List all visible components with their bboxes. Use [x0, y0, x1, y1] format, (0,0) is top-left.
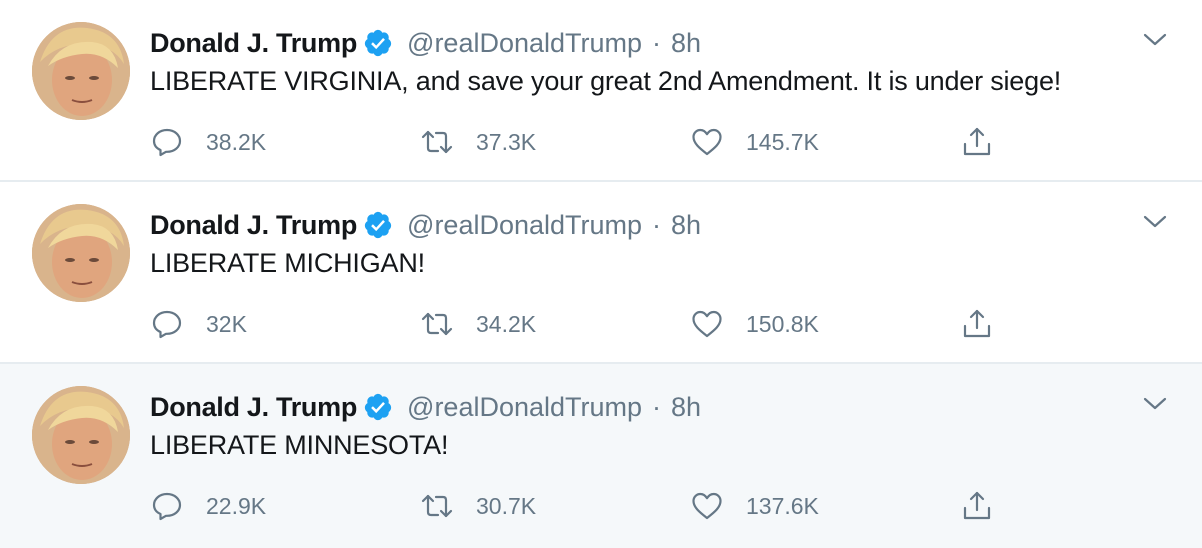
tweet[interactable]: Donald J. Trump @realDonaldTrump · 8h LI… — [0, 0, 1202, 180]
reply-button[interactable]: 38.2K — [150, 122, 266, 162]
tweet-header: Donald J. Trump @realDonaldTrump · 8h — [150, 26, 701, 60]
retweet-icon — [420, 307, 454, 341]
avatar-portrait — [32, 22, 130, 120]
verified-badge-icon — [363, 28, 393, 58]
reply-icon — [150, 307, 184, 341]
reply-count: 22.9K — [206, 492, 267, 519]
avatar[interactable] — [32, 204, 130, 302]
retweet-button[interactable]: 34.2K — [420, 304, 536, 344]
chevron-down-icon[interactable] — [1142, 212, 1168, 232]
verified-badge-icon — [363, 392, 393, 422]
avatar[interactable] — [32, 386, 130, 484]
retweet-icon — [420, 125, 454, 159]
share-button[interactable] — [960, 122, 994, 162]
reply-icon — [150, 489, 184, 523]
heart-icon — [690, 307, 724, 341]
reply-count: 32K — [206, 310, 247, 337]
author-name[interactable]: Donald J. Trump — [150, 392, 357, 423]
chevron-down-icon[interactable] — [1142, 30, 1168, 50]
share-icon — [960, 307, 994, 341]
tweet-header: Donald J. Trump @realDonaldTrump · 8h — [150, 208, 701, 242]
avatar-portrait — [32, 386, 130, 484]
retweet-count: 30.7K — [476, 492, 537, 519]
timestamp[interactable]: 8h — [671, 210, 701, 241]
tweet-actions: 32K 34.2K 150.8K — [150, 304, 1010, 344]
like-button[interactable]: 145.7K — [690, 122, 819, 162]
tweet-text: LIBERATE MICHIGAN! — [150, 248, 425, 278]
tweet-actions: 22.9K 30.7K 137.6K — [150, 486, 1010, 526]
timestamp[interactable]: 8h — [671, 392, 701, 423]
share-button[interactable] — [960, 486, 994, 526]
reply-icon — [150, 125, 184, 159]
retweet-icon — [420, 489, 454, 523]
timestamp[interactable]: 8h — [671, 28, 701, 59]
like-count: 137.6K — [746, 492, 819, 519]
tweet-header: Donald J. Trump @realDonaldTrump · 8h — [150, 390, 701, 424]
heart-icon — [690, 489, 724, 523]
reply-button[interactable]: 22.9K — [150, 486, 266, 526]
share-icon — [960, 489, 994, 523]
retweet-count: 34.2K — [476, 310, 537, 337]
author-handle[interactable]: @realDonaldTrump — [407, 28, 642, 59]
avatar-portrait — [32, 204, 130, 302]
like-count: 145.7K — [746, 128, 819, 155]
author-handle[interactable]: @realDonaldTrump — [407, 392, 642, 423]
share-button[interactable] — [960, 304, 994, 344]
like-button[interactable]: 137.6K — [690, 486, 819, 526]
separator-dot: · — [652, 391, 662, 422]
tweet-text: LIBERATE VIRGINIA, and save your great 2… — [150, 66, 1062, 96]
like-button[interactable]: 150.8K — [690, 304, 819, 344]
tweet-feed: Donald J. Trump @realDonaldTrump · 8h LI… — [0, 0, 1202, 548]
heart-icon — [690, 125, 724, 159]
separator-dot: · — [652, 209, 662, 240]
share-icon — [960, 125, 994, 159]
avatar[interactable] — [32, 22, 130, 120]
tweet-actions: 38.2K 37.3K 145.7K — [150, 122, 1010, 162]
separator-dot: · — [652, 27, 662, 58]
retweet-button[interactable]: 30.7K — [420, 486, 536, 526]
tweet[interactable]: Donald J. Trump @realDonaldTrump · 8h LI… — [0, 364, 1202, 548]
retweet-count: 37.3K — [476, 128, 537, 155]
like-count: 150.8K — [746, 310, 819, 337]
retweet-button[interactable]: 37.3K — [420, 122, 536, 162]
verified-badge-icon — [363, 210, 393, 240]
chevron-down-icon[interactable] — [1142, 394, 1168, 414]
reply-count: 38.2K — [206, 128, 267, 155]
tweet[interactable]: Donald J. Trump @realDonaldTrump · 8h LI… — [0, 182, 1202, 362]
author-name[interactable]: Donald J. Trump — [150, 28, 357, 59]
author-name[interactable]: Donald J. Trump — [150, 210, 357, 241]
tweet-text: LIBERATE MINNESOTA! — [150, 430, 449, 460]
reply-button[interactable]: 32K — [150, 304, 247, 344]
author-handle[interactable]: @realDonaldTrump — [407, 210, 642, 241]
